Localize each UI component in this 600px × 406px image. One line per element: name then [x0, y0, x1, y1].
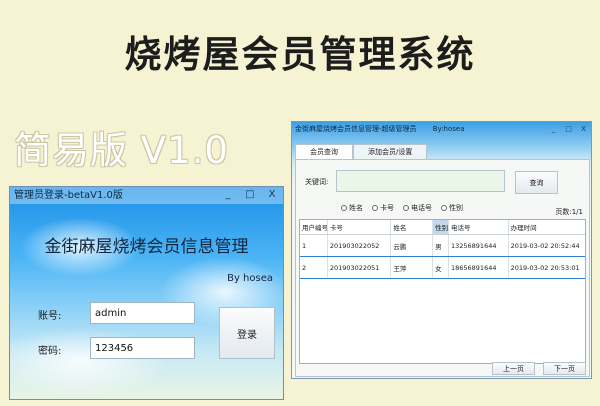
table-cell: 1	[300, 235, 328, 256]
column-header[interactable]: 办理时间	[509, 220, 585, 234]
radio-circle-icon	[403, 205, 409, 211]
table-cell: 男	[433, 235, 449, 256]
table-header: 用户编号 卡号 姓名 性别 电话号 办理时间	[300, 220, 585, 235]
query-button[interactable]: 查询	[515, 171, 558, 194]
radio-phone[interactable]: 电话号	[403, 203, 432, 213]
next-page-button[interactable]: 下一页	[543, 362, 586, 375]
table-cell: 2	[300, 257, 328, 278]
column-header[interactable]: 用户编号	[300, 220, 328, 234]
table-row[interactable]: 1 201903022052 云鹏 男 13256891644 2019-03-…	[300, 235, 585, 257]
table-cell: 2019-03-02 20:53:01	[510, 263, 580, 272]
login-window-title: 管理员登录-betaV1.0版	[14, 190, 123, 201]
login-titlebar[interactable]: 管理员登录-betaV1.0版 _ □ X	[10, 187, 283, 204]
search-field-options: 姓名 卡号 电话号 性别	[341, 203, 463, 213]
login-byline: By hosea	[227, 273, 273, 284]
close-button[interactable]: X	[261, 187, 283, 204]
keyword-label: 关键词:	[305, 178, 329, 186]
login-window: 管理员登录-betaV1.0版 _ □ X 金街麻屋烧烤会员信息管理 By ho…	[9, 186, 284, 400]
window-controls: _ □ X	[546, 122, 591, 137]
account-input[interactable]	[90, 302, 195, 324]
table-cell: 女	[433, 257, 449, 278]
minimize-button[interactable]: _	[217, 187, 239, 204]
tab-add-member-settings[interactable]: 添加会员/设置	[353, 144, 428, 159]
member-query-panel: 关键词: 查询 姓名 卡号 电话号 性别 页数:1/1 用户编号 卡号 姓名 性…	[295, 159, 590, 377]
column-header[interactable]: 卡号	[328, 220, 392, 234]
radio-name[interactable]: 姓名	[341, 203, 363, 213]
table-cell: 13256891644	[449, 235, 509, 256]
table-cell: 2019-03-02 20:52:44	[510, 241, 580, 250]
table-cell: 201903022052	[328, 235, 392, 256]
column-header[interactable]: 性别	[433, 220, 449, 234]
edition-label: 简易版 V1.0	[14, 129, 229, 172]
maximize-button[interactable]: □	[561, 122, 576, 137]
radio-card-number[interactable]: 卡号	[372, 203, 394, 213]
maximize-button[interactable]: □	[239, 187, 261, 204]
password-label: 密码:	[38, 346, 62, 357]
login-button[interactable]: 登录	[219, 307, 275, 359]
member-management-window: 金街麻屋烧烤会员信息管理-超级管理员 By:hosea _ □ X 会员查询 添…	[291, 121, 592, 379]
manager-titlebar[interactable]: 金街麻屋烧烤会员信息管理-超级管理员 By:hosea _ □ X	[292, 122, 591, 137]
manager-user-label: By:hosea	[432, 125, 465, 133]
radio-circle-icon	[441, 205, 447, 211]
member-table: 用户编号 卡号 姓名 性别 电话号 办理时间 1 201903022052 云鹏…	[299, 219, 586, 364]
table-cell: 云鹏	[391, 235, 434, 256]
close-button[interactable]: X	[576, 122, 591, 137]
keyword-input[interactable]	[336, 170, 505, 192]
column-header[interactable]: 姓名	[391, 220, 434, 234]
radio-circle-icon	[341, 205, 347, 211]
tab-member-query[interactable]: 会员查询	[295, 144, 353, 159]
table-cell: 201903022051	[328, 257, 392, 278]
radio-circle-icon	[372, 205, 378, 211]
account-label: 账号:	[38, 311, 62, 322]
manager-window-title: 金街麻屋烧烤会员信息管理-超级管理员	[295, 125, 417, 133]
table-cell: 18656891644	[449, 257, 509, 278]
poster-title: 烧烤屋会员管理系统	[124, 33, 476, 76]
radio-gender[interactable]: 性别	[441, 203, 463, 213]
tab-bar: 会员查询 添加会员/设置	[295, 144, 428, 159]
password-input[interactable]	[90, 337, 195, 359]
minimize-button[interactable]: _	[546, 122, 561, 137]
column-header[interactable]: 电话号	[449, 220, 509, 234]
prev-page-button[interactable]: 上一页	[492, 362, 535, 375]
table-cell: 王萍	[391, 257, 434, 278]
login-header: 金街麻屋烧烤会员信息管理	[44, 237, 249, 257]
window-controls: _ □ X	[217, 187, 283, 204]
page-info: 页数:1/1	[555, 208, 583, 216]
table-row[interactable]: 2 201903022051 王萍 女 18656891644 2019-03-…	[300, 257, 585, 279]
